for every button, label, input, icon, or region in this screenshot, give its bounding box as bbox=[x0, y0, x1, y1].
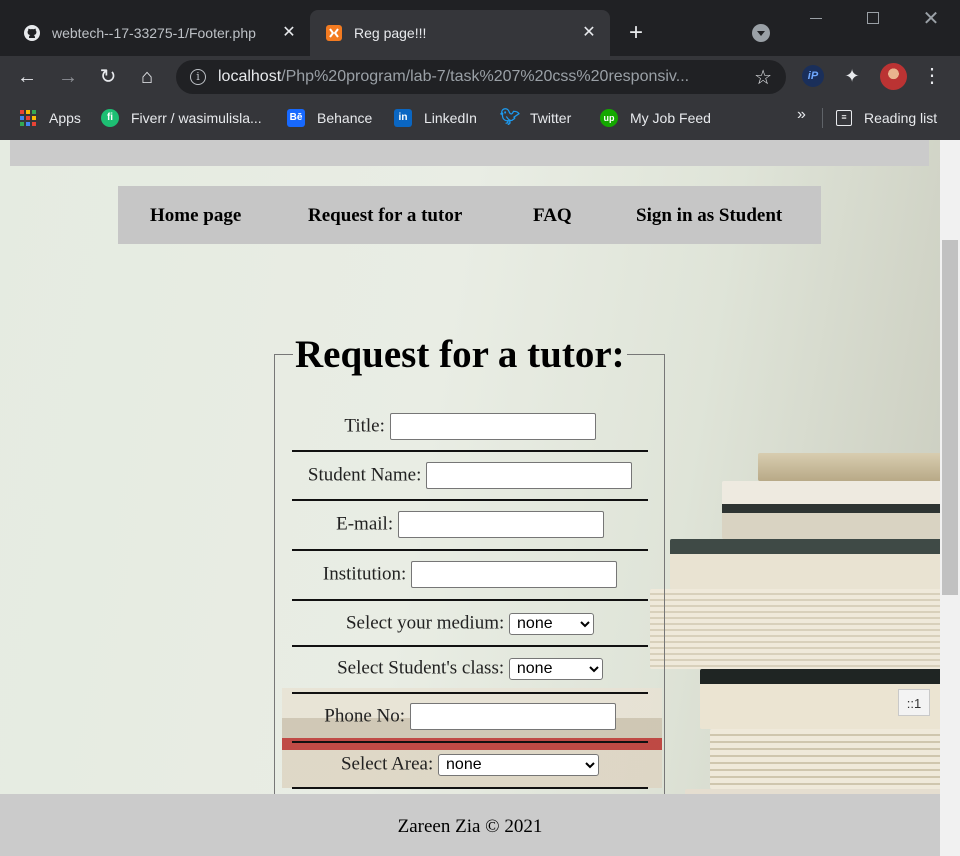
close-tab-icon[interactable]: ✕ bbox=[580, 24, 598, 42]
address-bar[interactable]: i localhost/Php%20program/lab-7/task%207… bbox=[176, 60, 786, 94]
profile-avatar[interactable] bbox=[880, 63, 907, 90]
student-name-row: Student Name: bbox=[292, 462, 648, 489]
scrollbar-thumb[interactable] bbox=[942, 240, 958, 595]
upwork-icon: up bbox=[600, 109, 618, 127]
student-class-row: Select Student's class: none bbox=[292, 657, 648, 680]
tab-title: Reg page!!! bbox=[354, 25, 427, 41]
main-nav: Home page Request for a tutor FAQ Sign i… bbox=[118, 186, 821, 244]
bookmark-label: LinkedIn bbox=[424, 110, 477, 126]
phone-row: Phone No: bbox=[292, 703, 648, 730]
linkedin-icon: in bbox=[394, 109, 412, 127]
forward-icon[interactable]: → bbox=[56, 65, 80, 89]
twitter-icon: 🐦︎ bbox=[500, 109, 521, 126]
corner-badge: ::1 bbox=[898, 689, 930, 716]
row-divider bbox=[292, 645, 648, 647]
area-row: Select Area: none bbox=[292, 753, 648, 776]
apps-grid-icon bbox=[19, 109, 37, 127]
email-label: E-mail: bbox=[336, 513, 394, 535]
fiverr-icon: fi bbox=[101, 109, 119, 127]
phone-input[interactable] bbox=[409, 703, 616, 730]
nav-faq[interactable]: FAQ bbox=[533, 205, 572, 227]
reading-list-label: Reading list bbox=[864, 110, 938, 126]
xampp-icon bbox=[326, 25, 342, 41]
title-row: Title: bbox=[292, 413, 648, 440]
bookmark-label: Twitter bbox=[530, 110, 572, 126]
area-select[interactable]: none bbox=[438, 753, 600, 776]
bookmark-label: Apps bbox=[49, 110, 81, 126]
row-divider bbox=[292, 549, 648, 551]
bookmark-linkedin[interactable]: in LinkedIn bbox=[394, 107, 477, 129]
row-divider bbox=[292, 741, 648, 743]
info-icon[interactable]: i bbox=[190, 69, 206, 85]
bookmark-my-job-feed[interactable]: up My Job Feed bbox=[600, 107, 711, 129]
minimize-icon[interactable] bbox=[810, 18, 822, 19]
tab-search-icon[interactable] bbox=[752, 24, 770, 42]
row-divider bbox=[292, 499, 648, 501]
header-bar bbox=[10, 140, 929, 166]
student-name-input[interactable] bbox=[426, 462, 633, 489]
bookmark-twitter[interactable]: 🐦︎ Twitter bbox=[500, 107, 571, 129]
bookmarks-divider bbox=[822, 108, 823, 128]
nav-request-tutor[interactable]: Request for a tutor bbox=[308, 205, 462, 227]
reading-list-icon: ≡ bbox=[836, 110, 852, 126]
more-bookmarks-icon[interactable]: » bbox=[797, 106, 806, 124]
student-class-select[interactable]: none bbox=[508, 657, 603, 680]
row-divider bbox=[292, 692, 648, 694]
behance-icon: Bē bbox=[287, 109, 305, 127]
row-divider bbox=[292, 450, 648, 452]
medium-select[interactable]: none bbox=[509, 612, 595, 635]
bookmark-label: Behance bbox=[317, 110, 373, 126]
title-input[interactable] bbox=[389, 413, 596, 440]
institution-row: Institution: bbox=[292, 561, 648, 588]
github-icon bbox=[24, 25, 40, 41]
institution-input[interactable] bbox=[411, 561, 618, 588]
footer-copyright: Zareen Zia © 2021 bbox=[397, 816, 543, 837]
tab-title: webtech--17-33275-1/Footer.php bbox=[52, 25, 256, 41]
nav-sign-in-student[interactable]: Sign in as Student bbox=[636, 205, 782, 227]
browser-toolbar: ← → ↻ ⌂ i localhost/Php%20program/lab-7/… bbox=[0, 56, 960, 98]
tab-strip: webtech--17-33275-1/Footer.php ✕ Reg pag… bbox=[0, 0, 960, 56]
form-title: Request for a tutor: bbox=[295, 333, 625, 376]
title-label: Title: bbox=[344, 415, 385, 437]
bookmark-fiverr[interactable]: fi Fiverr / wasimulisla... bbox=[101, 107, 262, 129]
phone-label: Phone No: bbox=[324, 705, 405, 727]
extensions-puzzle-icon[interactable]: ✦ bbox=[840, 64, 864, 88]
reading-list-button[interactable]: ≡ Reading list bbox=[836, 107, 937, 129]
page-scrollbar[interactable] bbox=[940, 140, 960, 856]
bookmarks-bar: Apps fi Fiverr / wasimulisla... Bē Behan… bbox=[0, 98, 960, 140]
tab-reg-page[interactable]: Reg page!!! ✕ bbox=[310, 10, 610, 56]
page-footer: Zareen Zia © 2021 bbox=[0, 794, 940, 856]
row-divider bbox=[292, 787, 648, 789]
bookmark-label: Fiverr / wasimulisla... bbox=[131, 110, 262, 126]
new-tab-icon[interactable]: + bbox=[622, 20, 650, 48]
bookmark-star-icon[interactable]: ☆ bbox=[754, 65, 772, 90]
bookmark-label: My Job Feed bbox=[630, 110, 711, 126]
ip-extension-icon[interactable]: iP bbox=[802, 65, 824, 87]
page-viewport: Home page Request for a tutor FAQ Sign i… bbox=[0, 140, 940, 856]
menu-dots-icon[interactable]: ⋮ bbox=[922, 64, 942, 88]
email-row: E-mail: bbox=[292, 511, 648, 538]
student-class-label: Select Student's class: bbox=[337, 657, 505, 679]
medium-label: Select your medium: bbox=[345, 612, 505, 634]
student-name-label: Student Name: bbox=[307, 464, 422, 486]
medium-row: Select your medium: none bbox=[292, 612, 648, 635]
back-icon[interactable]: ← bbox=[15, 65, 39, 89]
close-tab-icon[interactable]: ✕ bbox=[280, 24, 298, 42]
email-input[interactable] bbox=[397, 511, 604, 538]
home-icon[interactable]: ⌂ bbox=[135, 65, 159, 89]
maximize-icon[interactable] bbox=[867, 12, 879, 24]
reload-icon[interactable]: ↻ bbox=[96, 65, 120, 89]
area-label: Select Area: bbox=[340, 753, 434, 775]
close-window-icon[interactable]: ✕ bbox=[918, 6, 944, 32]
institution-label: Institution: bbox=[322, 563, 407, 585]
tab-footer-php[interactable]: webtech--17-33275-1/Footer.php ✕ bbox=[8, 10, 310, 56]
bookmark-apps[interactable]: Apps bbox=[19, 107, 81, 129]
url-text[interactable]: localhost/Php%20program/lab-7/task%207%2… bbox=[218, 68, 738, 86]
nav-home-page[interactable]: Home page bbox=[150, 205, 241, 227]
row-divider bbox=[292, 599, 648, 601]
bookmark-behance[interactable]: Bē Behance bbox=[287, 107, 372, 129]
